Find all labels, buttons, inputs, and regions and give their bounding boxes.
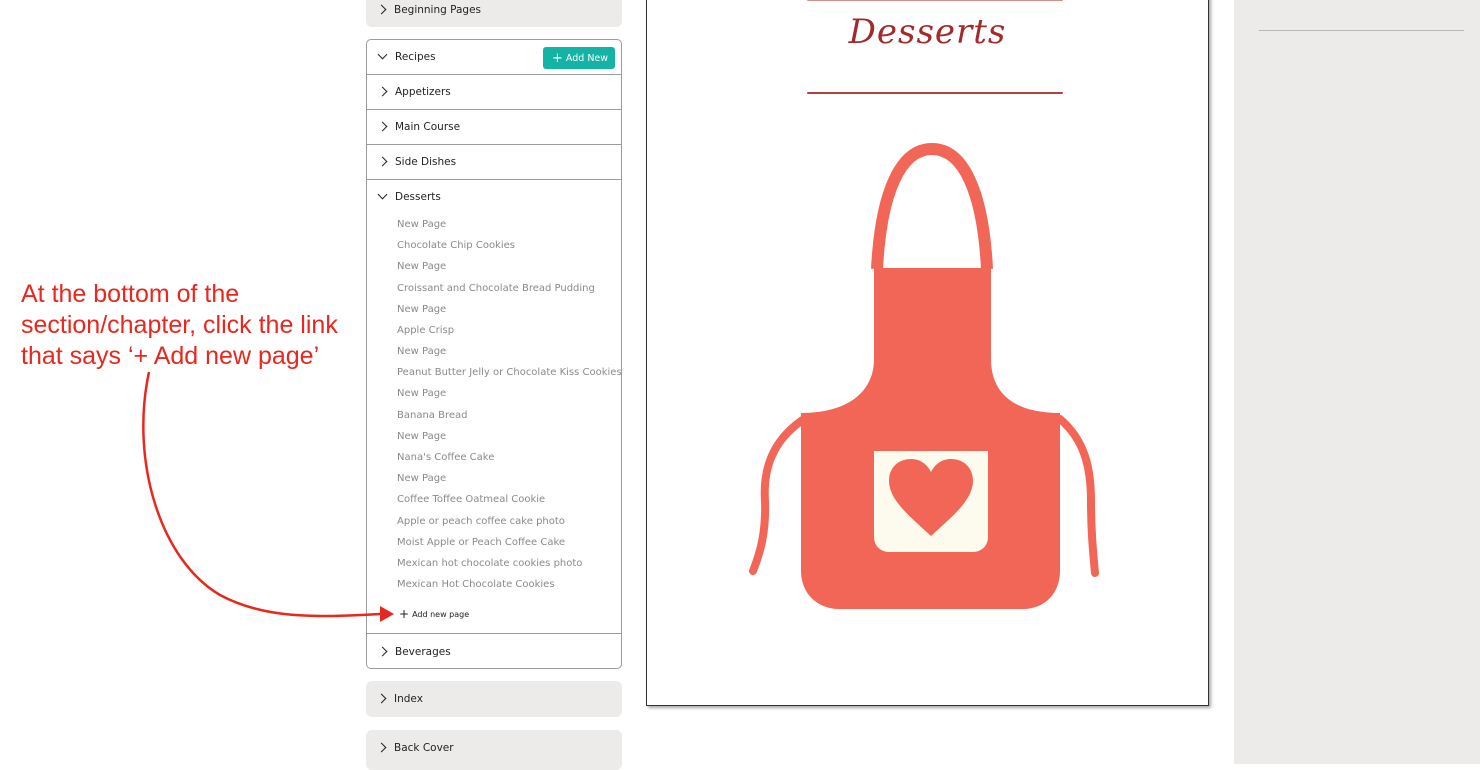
- category-appetizers[interactable]: Appetizers: [367, 75, 621, 110]
- add-new-button[interactable]: + Add New: [543, 47, 615, 69]
- annotation-line-1: At the bottom of the: [21, 280, 240, 308]
- category-label: Beverages: [395, 646, 451, 658]
- dessert-page-item[interactable]: Mexican Hot Chocolate Cookies: [397, 579, 555, 590]
- dessert-page-item[interactable]: Croissant and Chocolate Bread Pudding: [397, 283, 595, 294]
- category-beverages[interactable]: Beverages: [367, 633, 621, 668]
- dessert-page-item[interactable]: Coffee Toffee Oatmeal Cookie: [397, 494, 545, 505]
- category-side-dishes[interactable]: Side Dishes: [367, 145, 621, 180]
- chevron-right-icon: [376, 693, 387, 704]
- annotation-text: At the bottom of the section/chapter, cl…: [21, 279, 366, 372]
- chevron-right-icon: [377, 156, 388, 167]
- add-new-label: Add New: [565, 53, 609, 64]
- annotation-line-3: that says ‘+ Add new page’: [21, 342, 320, 370]
- dessert-page-item[interactable]: New Page: [397, 431, 446, 442]
- section-label: Index: [394, 693, 423, 705]
- section-index[interactable]: Index: [366, 681, 622, 717]
- category-label: Main Course: [395, 121, 461, 133]
- section-label: Back Cover: [394, 742, 454, 754]
- section-label: Beginning Pages: [394, 4, 482, 16]
- section-recipes: Recipes + Add New Appetizers Main Course …: [366, 39, 622, 669]
- category-label: Side Dishes: [395, 156, 457, 168]
- section-back-cover[interactable]: Back Cover: [366, 730, 622, 770]
- apron-illustration: [749, 142, 1099, 609]
- chevron-right-icon: [377, 646, 388, 657]
- dessert-page-item[interactable]: New Page: [397, 346, 446, 357]
- dessert-page-item[interactable]: New Page: [397, 304, 446, 315]
- divider: [1259, 30, 1464, 31]
- right-panel: [1234, 0, 1480, 764]
- dessert-page-item[interactable]: Mexican hot chocolate cookies photo: [397, 558, 582, 569]
- dessert-page-item[interactable]: Peanut Butter Jelly or Chocolate Kiss Co…: [397, 367, 622, 378]
- category-label: Desserts: [395, 191, 441, 203]
- category-main-course[interactable]: Main Course: [367, 110, 621, 145]
- dessert-page-item[interactable]: Moist Apple or Peach Coffee Cake: [397, 537, 565, 548]
- category-desserts[interactable]: Desserts: [367, 180, 621, 215]
- dessert-page-item[interactable]: New Page: [397, 219, 446, 230]
- dessert-page-item[interactable]: Apple or peach coffee cake photo: [397, 516, 565, 527]
- section-label: Recipes: [395, 51, 436, 63]
- dessert-page-item[interactable]: Apple Crisp: [397, 325, 454, 336]
- dessert-page-item[interactable]: Banana Bread: [397, 410, 467, 421]
- recipes-header[interactable]: Recipes + Add New: [367, 40, 621, 75]
- chevron-right-icon: [377, 86, 388, 97]
- page-preview: Desserts: [646, 0, 1209, 706]
- dessert-page-item[interactable]: Nana's Coffee Cake: [397, 452, 494, 463]
- chevron-down-icon: [377, 189, 388, 200]
- chevron-right-icon: [376, 4, 387, 15]
- dessert-page-item[interactable]: Chocolate Chip Cookies: [397, 240, 515, 251]
- dessert-page-item[interactable]: New Page: [397, 473, 446, 484]
- dessert-page-item[interactable]: New Page: [397, 388, 446, 399]
- chevron-right-icon: [376, 742, 387, 753]
- add-new-page-label: Add new page: [412, 610, 470, 619]
- chevron-down-icon: [377, 49, 388, 60]
- add-new-page-link[interactable]: + Add new page: [399, 606, 470, 621]
- dessert-page-item[interactable]: New Page: [397, 261, 446, 272]
- plus-icon: +: [552, 51, 563, 66]
- category-label: Appetizers: [395, 86, 451, 98]
- plus-icon: +: [399, 607, 410, 621]
- chevron-right-icon: [377, 121, 388, 132]
- annotation-line-2: section/chapter, click the link: [21, 311, 338, 339]
- section-beginning-pages[interactable]: Beginning Pages: [366, 0, 622, 27]
